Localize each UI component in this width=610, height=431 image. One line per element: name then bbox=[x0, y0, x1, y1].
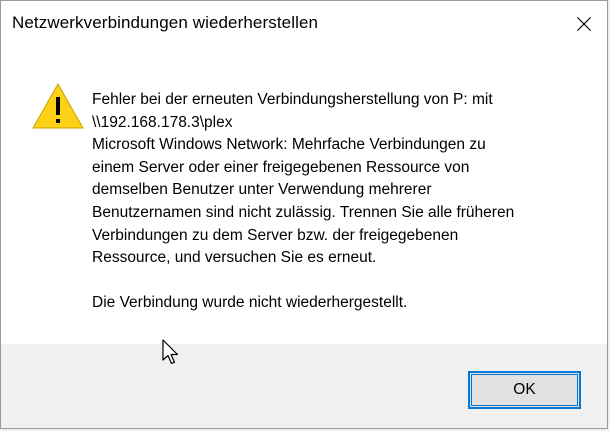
ok-button-label: OK bbox=[513, 381, 536, 398]
message-line: einem Server oder einer freigegebenen Re… bbox=[92, 158, 470, 176]
dialog-title: Netzwerkverbindungen wiederherstellen bbox=[12, 13, 319, 32]
dialog-window: Netzwerkverbindungen wiederherstellen Fe… bbox=[0, 0, 608, 429]
dialog-content: Fehler bei der erneuten Verbindungsherst… bbox=[1, 47, 607, 344]
message-line: Verbindungen zu dem Server bzw. der frei… bbox=[92, 226, 459, 244]
message-line: Benutzernamen sind nicht zulässig. Trenn… bbox=[92, 203, 515, 221]
close-button[interactable] bbox=[561, 1, 607, 47]
message-line: \\192.168.178.3\plex bbox=[92, 113, 233, 131]
error-message: Fehler bei der erneuten Verbindungsherst… bbox=[92, 89, 592, 315]
title-bar[interactable]: Netzwerkverbindungen wiederherstellen bbox=[1, 1, 607, 47]
message-line: Ressource, und versuchen Sie es erneut. bbox=[92, 249, 377, 267]
result-message: Die Verbindung wurde nicht wiederhergest… bbox=[92, 294, 408, 312]
button-bar: OK bbox=[1, 344, 607, 428]
message-line: Fehler bei der erneuten Verbindungsherst… bbox=[92, 91, 493, 108]
message-line: demselben Benutzer unter Verwendung mehr… bbox=[92, 181, 432, 199]
warning-icon bbox=[32, 83, 84, 129]
mouse-pointer-icon bbox=[162, 339, 179, 365]
ok-button[interactable]: OK bbox=[468, 371, 581, 409]
message-line: Microsoft Windows Network: Mehrfache Ver… bbox=[92, 136, 486, 154]
close-icon bbox=[577, 17, 591, 31]
